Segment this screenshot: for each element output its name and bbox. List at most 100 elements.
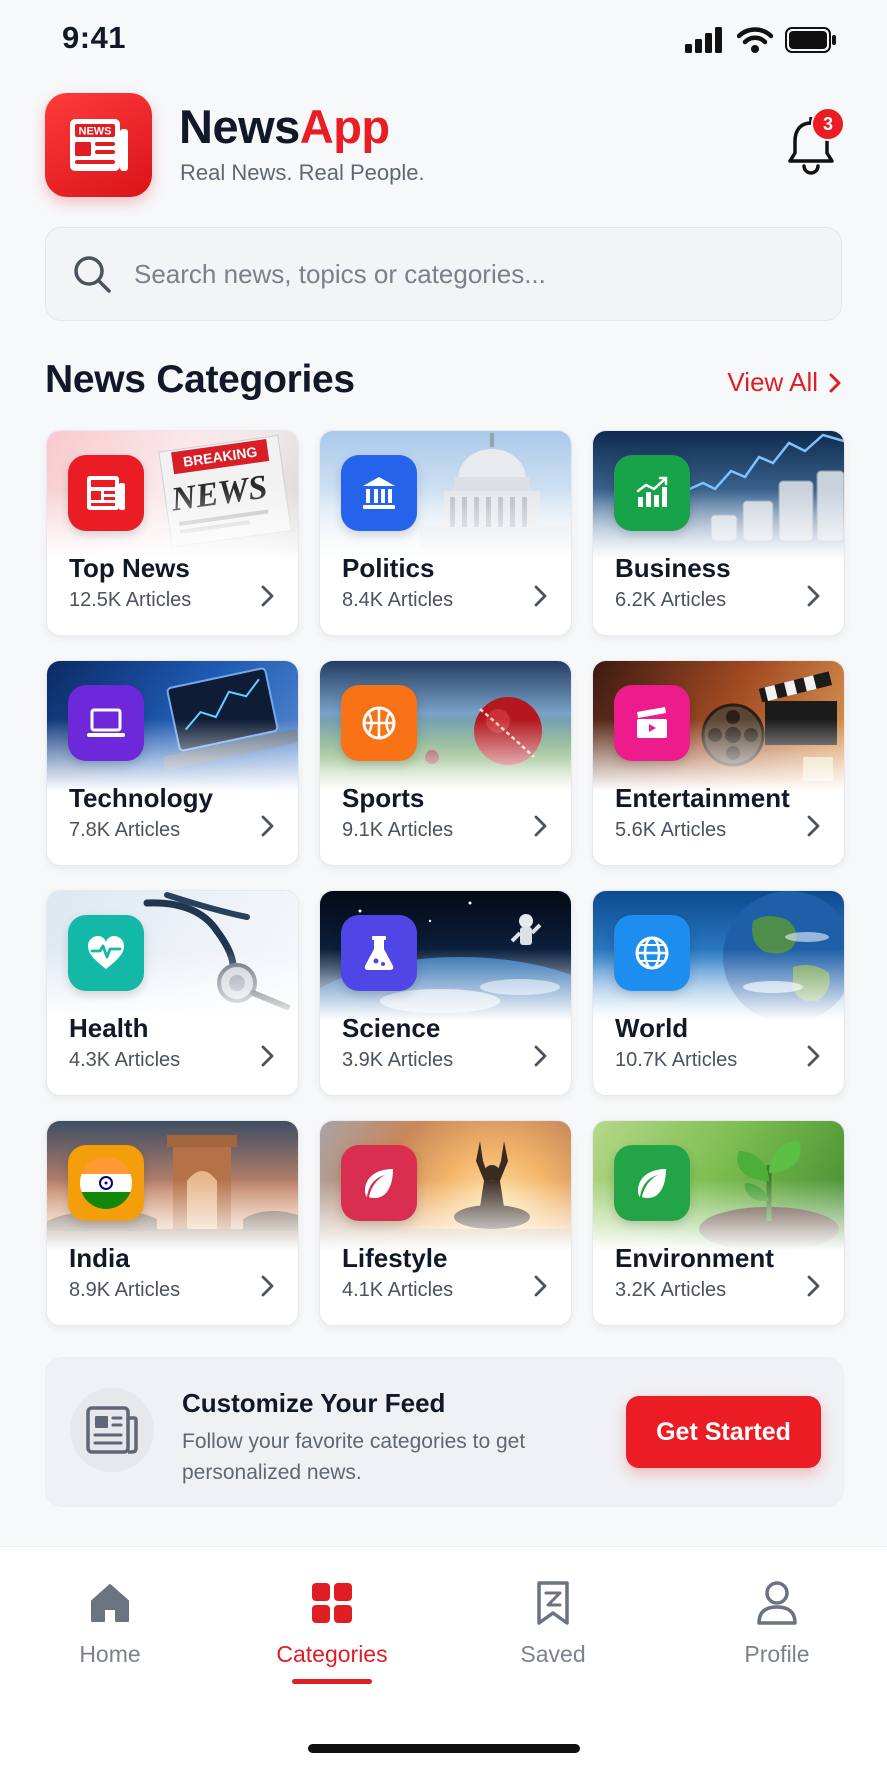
category-card-politics[interactable]: Politics 8.4K Articles — [319, 430, 572, 636]
chevron-right-icon — [807, 815, 820, 837]
status-time: 9:41 — [62, 20, 127, 55]
get-started-button[interactable]: Get Started — [626, 1396, 821, 1468]
category-card-lifestyle[interactable]: Lifestyle 4.1K Articles — [319, 1120, 572, 1326]
category-card-top-news[interactable]: BREAKING NEWS Top News 12.5K Articles — [46, 430, 299, 636]
chevron-right-icon — [807, 585, 820, 607]
leaf-icon — [365, 1169, 393, 1198]
category-count: 6.2K Articles — [615, 589, 727, 611]
profile-icon — [757, 1581, 797, 1625]
nav-profile[interactable]: Profile — [692, 1575, 862, 1695]
search-icon — [74, 256, 111, 293]
chevron-right-icon — [534, 585, 547, 607]
app-logo: NEWS — [45, 93, 152, 197]
bookmark-icon — [537, 1581, 569, 1625]
category-title: Entertainment — [615, 783, 790, 813]
categories-grid-icon — [312, 1583, 352, 1623]
chevron-right-icon — [261, 1045, 274, 1067]
category-count: 9.1K Articles — [342, 819, 454, 841]
category-count: 12.5K Articles — [69, 589, 192, 611]
category-title: Top News — [69, 553, 190, 583]
category-title: Science — [342, 1013, 441, 1043]
chevron-right-icon — [807, 1045, 820, 1067]
category-card-science[interactable]: Science 3.9K Articles — [319, 890, 572, 1096]
chevron-right-icon — [534, 815, 547, 837]
customize-feed-card: Customize Your Feed Follow your favorite… — [45, 1357, 844, 1507]
active-tab-indicator — [292, 1679, 372, 1684]
category-card-health[interactable]: Health 4.3K Articles — [46, 890, 299, 1096]
category-count: 10.7K Articles — [615, 1049, 738, 1071]
newspaper-feed-icon — [86, 1406, 138, 1454]
top-news-badge — [68, 455, 144, 531]
category-title: India — [69, 1243, 130, 1273]
app-name-primary: News — [179, 100, 300, 153]
categories-screen: 9:41 NEWS NewsApp Real News. Real People… — [0, 0, 887, 1774]
newspaper-logo-icon: NEWS — [69, 119, 128, 171]
category-title: Lifestyle — [342, 1243, 448, 1273]
category-count: 3.9K Articles — [342, 1049, 454, 1071]
world-badge — [614, 915, 690, 991]
promo-text: Follow your favorite categories to get p… — [182, 1430, 526, 1484]
category-title: Politics — [342, 553, 435, 583]
category-card-technology[interactable]: Technology 7.8K Articles — [46, 660, 299, 866]
status-bar: 9:41 — [0, 0, 887, 80]
clapperboard-icon — [637, 707, 667, 738]
category-title: Technology — [69, 783, 213, 813]
category-title: Environment — [615, 1243, 774, 1273]
nav-categories[interactable]: Categories — [247, 1575, 417, 1695]
category-count: 7.8K Articles — [69, 819, 181, 841]
nav-home[interactable]: Home — [25, 1575, 195, 1695]
category-title: Sports — [342, 783, 425, 813]
environment-badge — [614, 1145, 690, 1221]
category-card-business[interactable]: Business 6.2K Articles — [592, 430, 845, 636]
india-badge — [68, 1145, 144, 1221]
chevron-right-icon — [261, 585, 274, 607]
app-name: NewsApp — [179, 99, 390, 154]
category-count: 5.6K Articles — [615, 819, 727, 841]
health-badge — [68, 915, 144, 991]
view-all-label: View All — [727, 367, 818, 397]
category-title: Health — [69, 1013, 149, 1043]
promo-title: Customize Your Feed — [182, 1388, 446, 1418]
category-title: Business — [615, 553, 731, 583]
category-count: 8.9K Articles — [69, 1279, 181, 1301]
nav-saved[interactable]: Saved — [468, 1575, 638, 1695]
chevron-right-icon — [807, 1275, 820, 1297]
category-card-environment[interactable]: Environment 3.2K Articles — [592, 1120, 845, 1326]
category-grid: BREAKING NEWS Top News 12.5K Articles Po… — [46, 430, 845, 1326]
category-card-world[interactable]: World 10.7K Articles — [592, 890, 845, 1096]
promo-icon-container — [70, 1388, 154, 1472]
nav-label: Home — [79, 1641, 141, 1667]
category-count: 4.1K Articles — [342, 1279, 454, 1301]
notifications-button[interactable]: 3 — [785, 107, 845, 177]
category-count: 3.2K Articles — [615, 1279, 727, 1301]
view-all-link[interactable]: View All — [727, 367, 842, 398]
bottom-navigation: Home Categories Saved Profile — [0, 1546, 887, 1774]
nav-label: Categories — [276, 1641, 388, 1667]
notification-badge: 3 — [811, 107, 845, 141]
category-card-entertainment[interactable]: Entertainment 5.6K Articles — [592, 660, 845, 866]
cellular-signal-icon — [685, 27, 722, 53]
app-tagline: Real News. Real People. — [180, 160, 425, 185]
battery-icon — [785, 27, 836, 53]
app-header: NEWS NewsApp Real News. Real People. 3 — [45, 93, 845, 199]
category-card-sports[interactable]: Sports 9.1K Articles — [319, 660, 572, 866]
basketball-icon — [362, 706, 396, 740]
category-card-india[interactable]: India 8.9K Articles — [46, 1120, 299, 1326]
flask-icon — [364, 936, 394, 970]
globe-icon — [635, 936, 669, 970]
status-icons — [685, 26, 837, 54]
home-indicator — [308, 1744, 580, 1753]
lifestyle-badge — [341, 1145, 417, 1221]
category-title: World — [615, 1013, 689, 1043]
home-icon — [91, 1584, 129, 1622]
chevron-right-icon — [261, 815, 274, 837]
sports-badge — [341, 685, 417, 761]
search-input[interactable] — [132, 257, 816, 291]
leaf-icon — [638, 1169, 666, 1198]
government-building-icon — [363, 477, 395, 509]
search-bar[interactable] — [45, 227, 842, 321]
category-count: 8.4K Articles — [342, 589, 454, 611]
category-count: 4.3K Articles — [69, 1049, 181, 1071]
wifi-icon — [737, 27, 773, 53]
politics-badge — [341, 455, 417, 531]
